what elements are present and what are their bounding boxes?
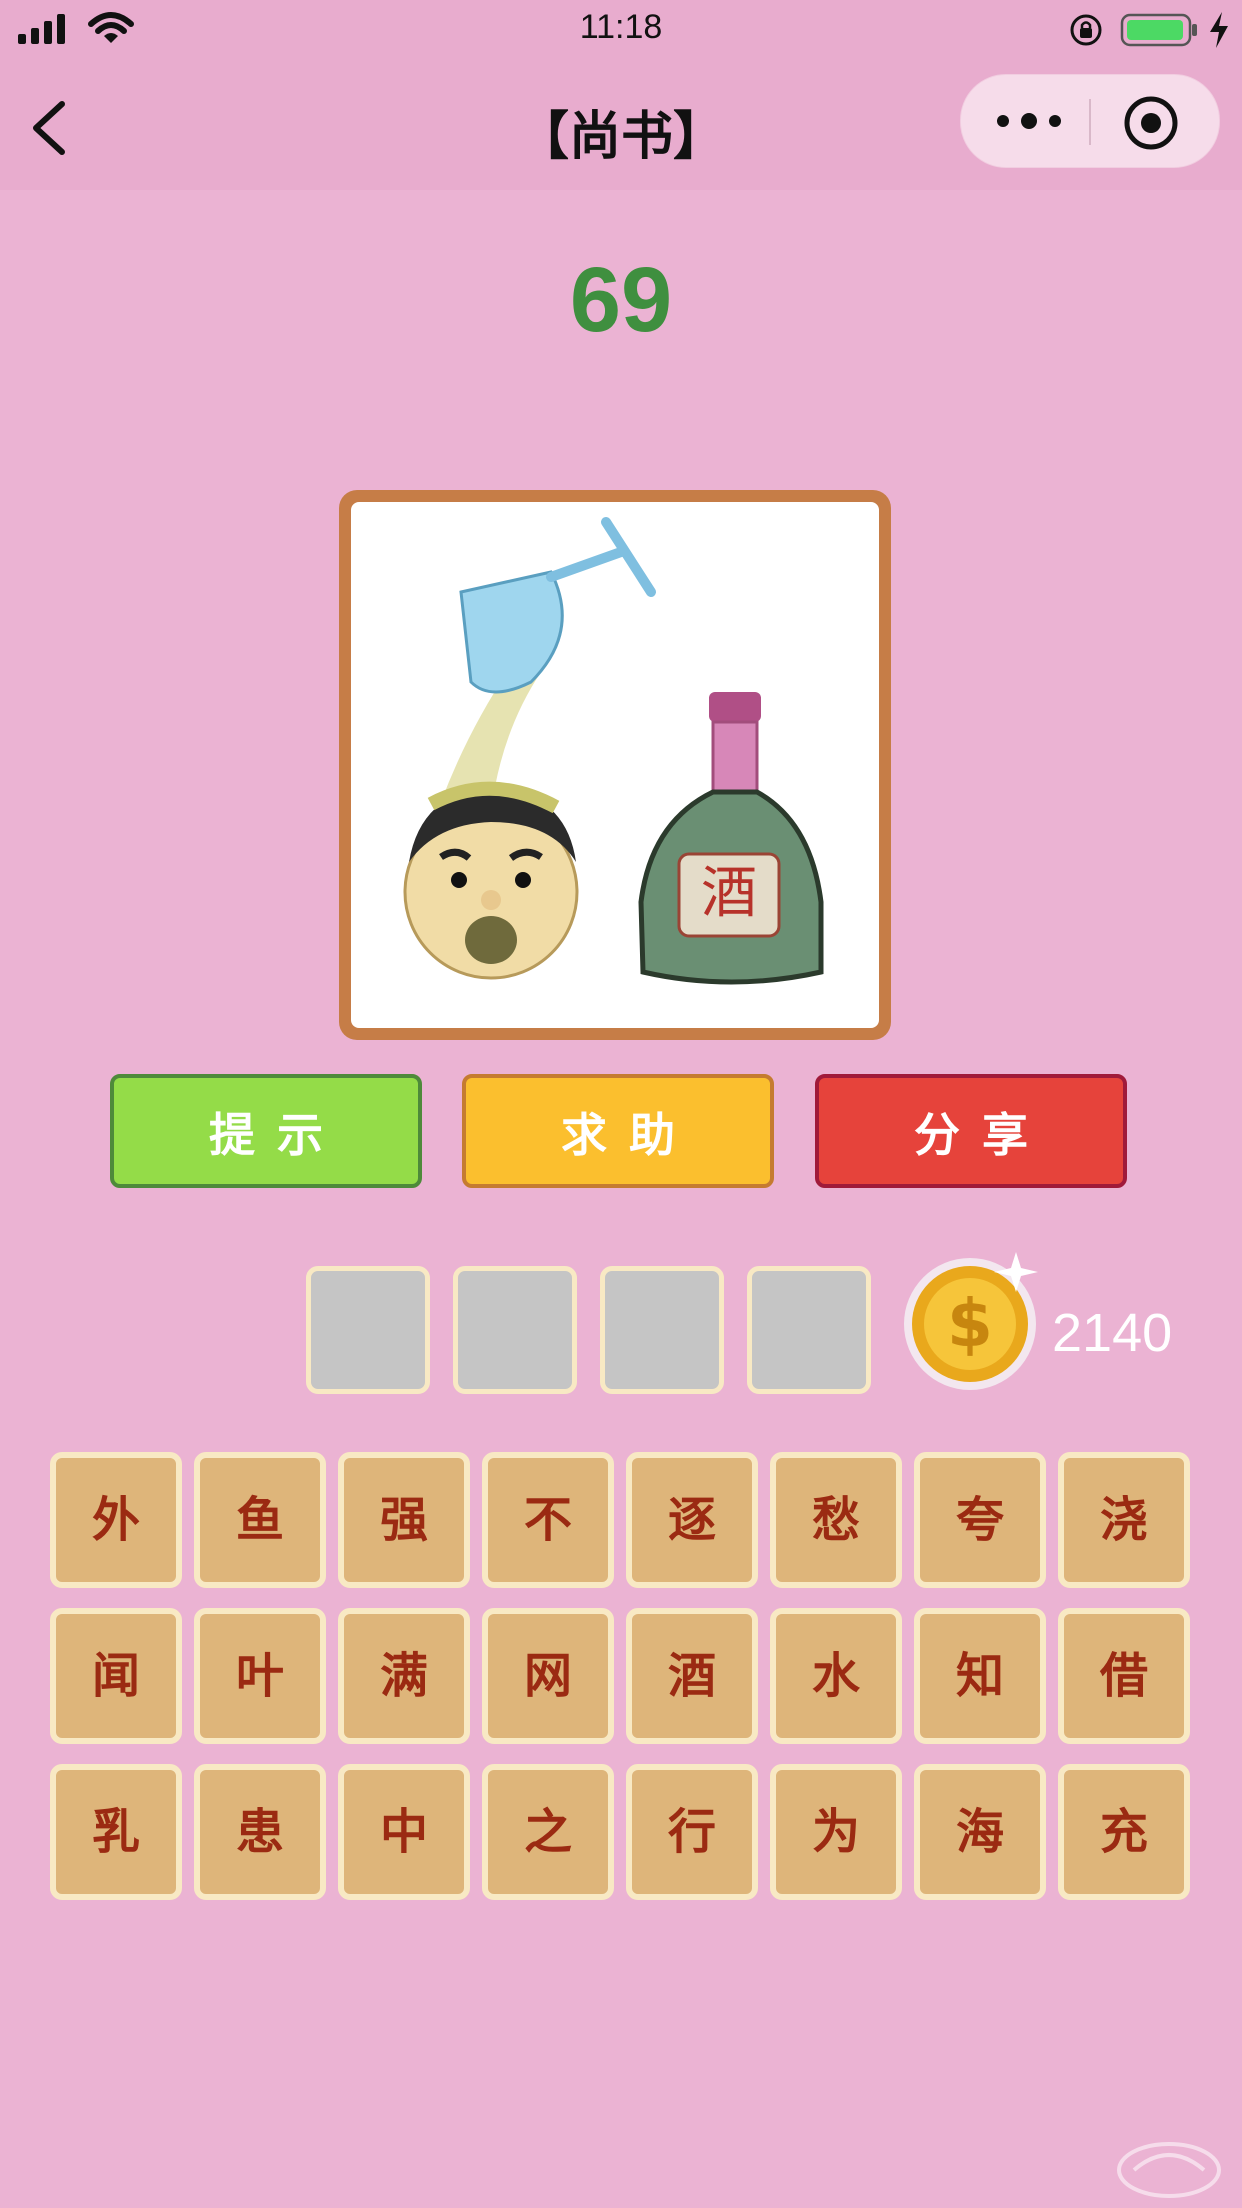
letter-tile[interactable]: 浇 [1058, 1452, 1190, 1588]
letter-tile[interactable]: 乳 [50, 1764, 182, 1900]
letter-tile[interactable]: 患 [194, 1764, 326, 1900]
close-mini-program-icon[interactable] [1121, 93, 1181, 153]
more-icon[interactable] [989, 97, 1069, 145]
share-button[interactable]: 分享 [815, 1074, 1127, 1188]
puzzle-illustration: 酒 [403, 517, 824, 985]
watermark-logo [1117, 2142, 1221, 2198]
mini-program-capsule [960, 74, 1220, 168]
letter-tile[interactable]: 为 [770, 1764, 902, 1900]
drenched-face-icon [403, 781, 579, 980]
answer-slot[interactable] [306, 1266, 430, 1394]
svg-text:$: $ [947, 1285, 993, 1362]
letter-tile[interactable]: 知 [914, 1608, 1046, 1744]
charging-icon [1210, 12, 1228, 48]
letter-tile[interactable]: 愁 [770, 1452, 902, 1588]
letter-tile[interactable]: 满 [338, 1608, 470, 1744]
letter-tile[interactable]: 夸 [914, 1452, 1046, 1588]
answer-slot[interactable] [453, 1266, 577, 1394]
navigation-bar: 【尚书】 [0, 60, 1242, 190]
coin-icon: $ [904, 1252, 1038, 1390]
battery-icon [1120, 13, 1197, 47]
level-number: 69 [569, 249, 673, 351]
letter-tile[interactable]: 海 [914, 1764, 1046, 1900]
hint-button[interactable]: 提示 [110, 1074, 422, 1188]
letter-tile[interactable]: 不 [482, 1452, 614, 1588]
bottle-label: 酒 [701, 861, 757, 926]
letter-tile[interactable]: 水 [770, 1608, 902, 1744]
letter-tile[interactable]: 之 [482, 1764, 614, 1900]
letter-tile[interactable]: 酒 [626, 1608, 758, 1744]
answer-slot[interactable] [600, 1266, 724, 1394]
capsule-divider [1089, 99, 1091, 145]
liquor-bottle-icon: 酒 [638, 692, 824, 985]
wine-glass-icon [459, 517, 656, 694]
status-time: 11:18 [579, 8, 663, 46]
letter-tile[interactable]: 中 [338, 1764, 470, 1900]
help-button[interactable]: 求助 [462, 1074, 774, 1188]
rotation-lock-icon [1070, 14, 1102, 46]
letter-tile[interactable]: 行 [626, 1764, 758, 1900]
puzzle-image-frame: 酒 [339, 490, 891, 1040]
letter-tile[interactable]: 闻 [50, 1608, 182, 1744]
coin-balance: 2140 [1052, 1303, 1173, 1363]
letter-tile[interactable]: 叶 [194, 1608, 326, 1744]
letter-tile[interactable]: 逐 [626, 1452, 758, 1588]
letter-tile[interactable]: 充 [1058, 1764, 1190, 1900]
letter-tile[interactable]: 借 [1058, 1608, 1190, 1744]
letter-tile[interactable]: 强 [338, 1452, 470, 1588]
status-bar: 11:18 [0, 0, 1242, 60]
puzzle-image: 酒 [351, 502, 879, 1028]
answer-slot[interactable] [747, 1266, 871, 1394]
letter-tile[interactable]: 鱼 [194, 1452, 326, 1588]
letter-tile[interactable]: 网 [482, 1608, 614, 1744]
letter-tile[interactable]: 外 [50, 1452, 182, 1588]
